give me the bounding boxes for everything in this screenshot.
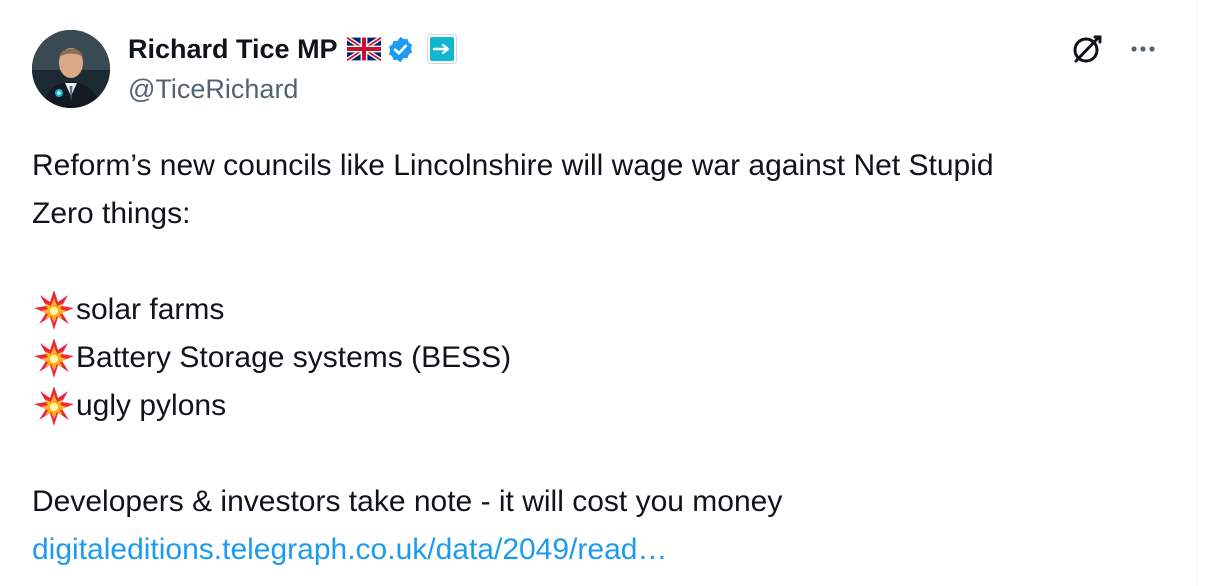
affiliation-badge-icon[interactable] (426, 34, 457, 64)
bullet-text: Battery Storage systems (BESS) (76, 341, 512, 374)
tweet-text: Reform’s new councils like Lincolnshire … (32, 142, 1182, 574)
more-options-icon[interactable] (1124, 30, 1162, 68)
collision-emoji-icon (32, 382, 76, 430)
bullet-item: solar farms (32, 286, 1182, 334)
avatar-photo (32, 30, 110, 108)
avatar[interactable] (32, 30, 110, 108)
tweet-line-2: Zero things: (32, 197, 191, 230)
author-display-name[interactable]: Richard Tice MP (128, 34, 338, 65)
collision-emoji-icon (32, 334, 76, 382)
bullet-text: ugly pylons (76, 389, 227, 422)
grok-icon[interactable] (1068, 30, 1106, 68)
bullet-text: solar farms (76, 293, 225, 326)
tweet-link[interactable]: digitaleditions.telegraph.co.uk/data/204… (32, 533, 667, 566)
uk-flag-icon (345, 35, 382, 63)
tweet-closing: Developers & investors take note - it wi… (32, 485, 783, 518)
tweet-line-1: Reform’s new councils like Lincolnshire … (32, 149, 994, 182)
verified-badge-icon[interactable] (386, 35, 415, 64)
bullet-item: Battery Storage systems (BESS) (32, 334, 1182, 382)
author-handle[interactable]: @TiceRichard (128, 74, 298, 105)
collision-emoji-icon (32, 286, 76, 334)
bullet-item: ugly pylons (32, 382, 1182, 430)
author-name-row[interactable]: Richard Tice MP (128, 30, 457, 68)
timeline-border (1196, 0, 1197, 586)
